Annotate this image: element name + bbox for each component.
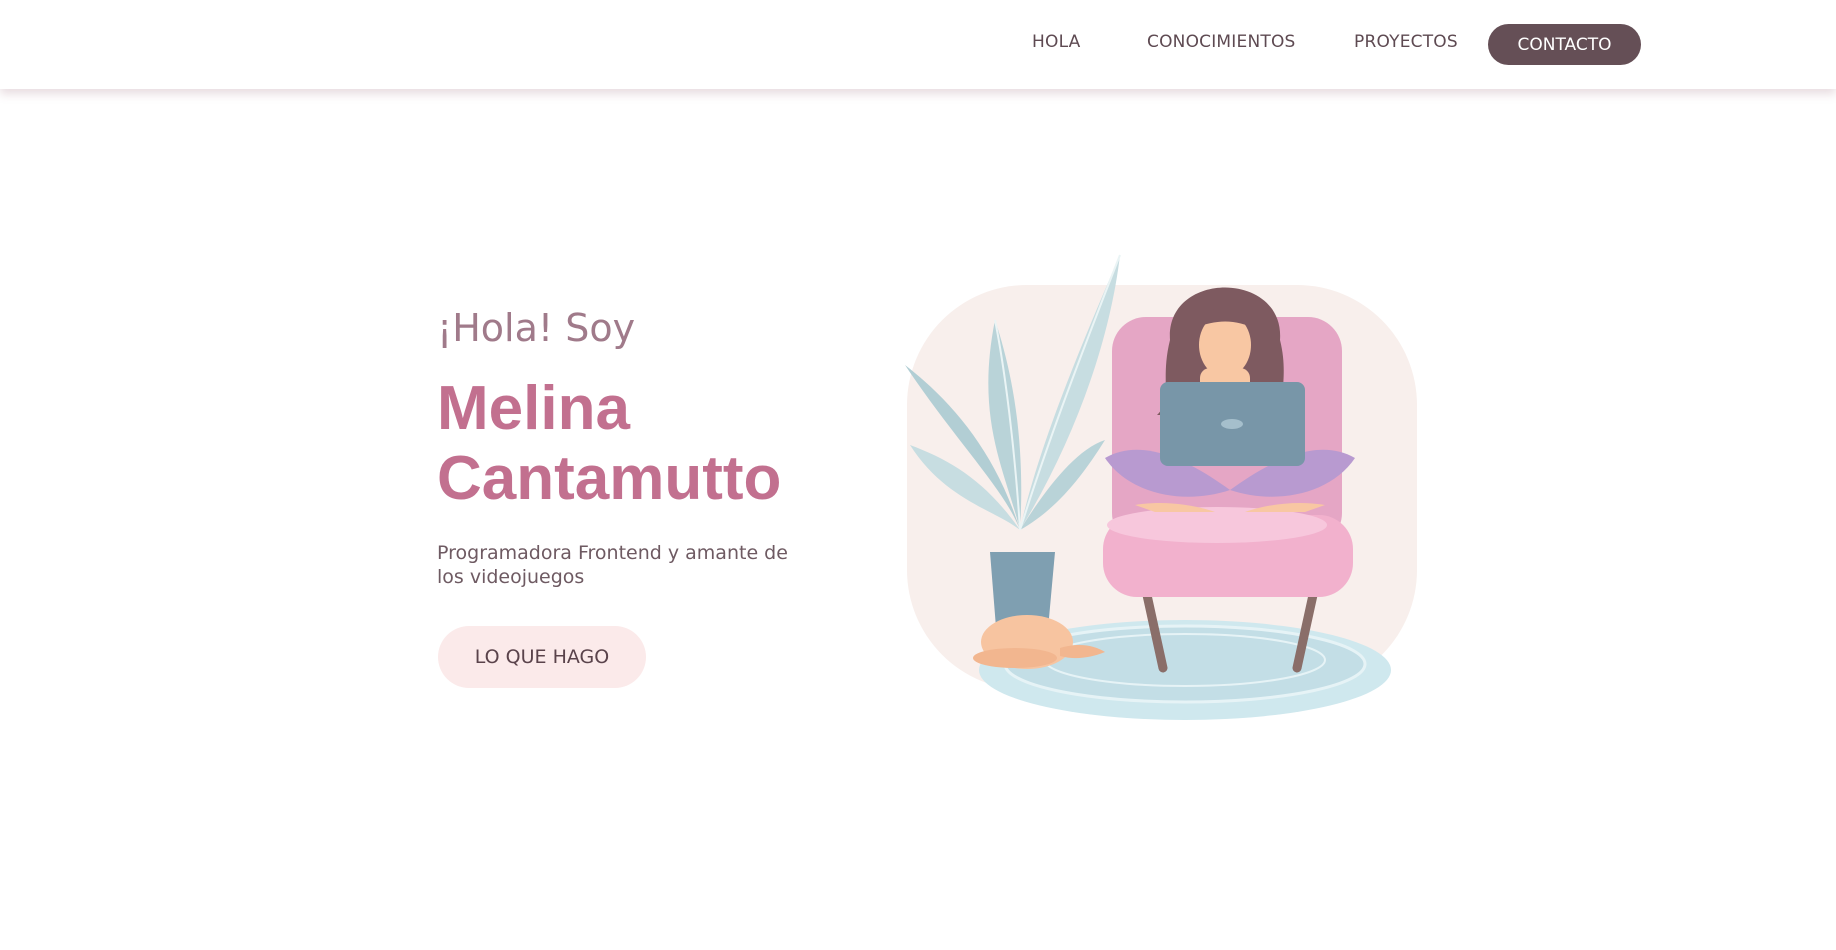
what-i-do-button[interactable]: LO QUE HAGO — [438, 626, 646, 688]
nav-link-conocimientos[interactable]: CONOCIMIENTOS — [1147, 32, 1296, 52]
hero-name-first: Melina — [437, 374, 630, 443]
nav-link-proyectos[interactable]: PROYECTOS — [1354, 32, 1458, 52]
hero-name-last: Cantamutto — [437, 444, 782, 513]
top-navbar: HOLA CONOCIMIENTOS PROYECTOS CONTACTO — [0, 0, 1836, 89]
hero-greeting: ¡Hola! Soy — [437, 306, 636, 350]
hero-tagline: Programadora Frontend y amante de los vi… — [437, 542, 788, 588]
nav-link-hola[interactable]: HOLA — [1032, 32, 1080, 52]
contact-button[interactable]: CONTACTO — [1488, 24, 1641, 65]
woman-laptop-illustration — [905, 254, 1417, 720]
hero-name: Melina Cantamutto — [437, 374, 781, 514]
